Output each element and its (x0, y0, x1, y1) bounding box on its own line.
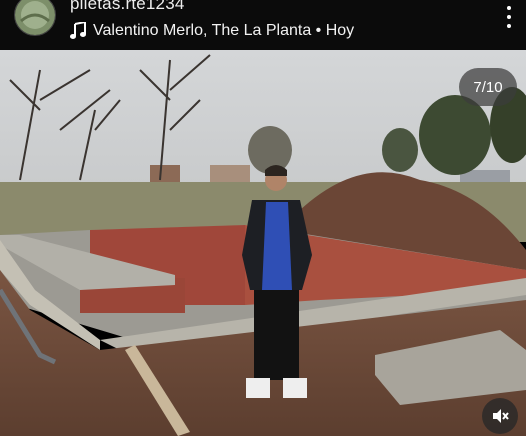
username-label[interactable]: piletas.rte1234 (70, 0, 185, 14)
music-text: Valentino Merlo, The La Planta • Hoy (93, 22, 355, 39)
post-header: piletas.rte1234 Valentino Merlo, The La … (0, 0, 526, 50)
post-photo[interactable] (0, 50, 526, 436)
avatar[interactable] (14, 0, 56, 36)
music-info[interactable]: Valentino Merlo, The La Planta • Hoy (70, 20, 354, 42)
speaker-muted-icon[interactable] (482, 398, 518, 434)
music-note-icon (70, 22, 86, 39)
carousel-counter: 7/10 (459, 68, 517, 106)
more-options-icon[interactable] (502, 6, 516, 28)
